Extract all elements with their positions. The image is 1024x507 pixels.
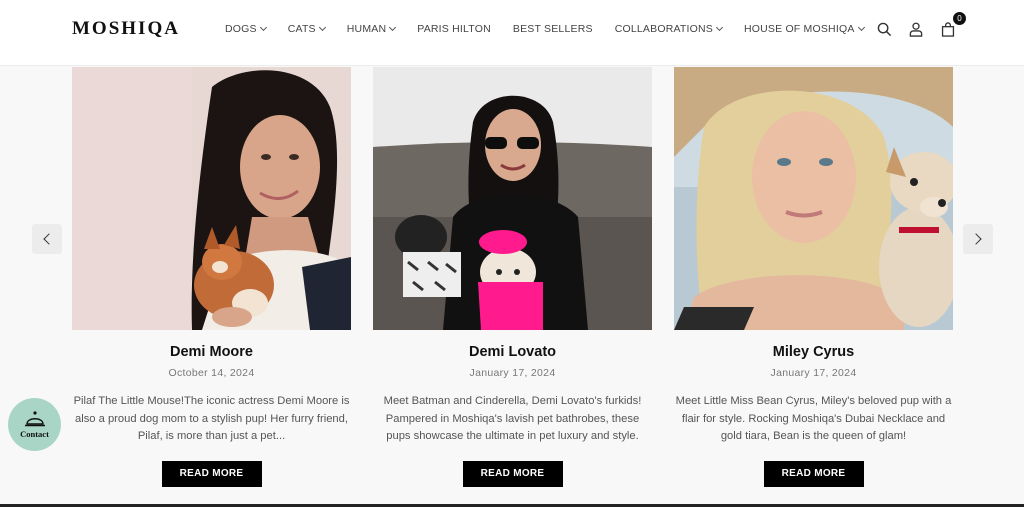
chevron-down-icon [715, 23, 724, 32]
post-excerpt: Pilaf The Little Mouse!The iconic actres… [73, 395, 350, 442]
nav-item-collaborations[interactable]: COLLABORATIONS [614, 23, 724, 35]
nav-item-label: CATS [287, 23, 316, 35]
nav-item-label: HUMAN [346, 23, 387, 35]
chevron-down-icon [318, 23, 326, 32]
nav-item-label: COLLABORATIONS [614, 23, 713, 35]
nav-item-label: DOGS [225, 23, 257, 35]
carousel-next-button[interactable] [963, 224, 993, 254]
header-icons: 0 [874, 12, 966, 40]
blog-carousel: Demi Moore October 14, 2024 Pilaf The Li… [72, 67, 953, 507]
blog-card: Miley Cyrus January 17, 2024 Meet Little… [674, 67, 953, 487]
post-title[interactable]: Demi Moore [72, 344, 351, 360]
chevron-down-icon [259, 23, 267, 32]
cart-count-badge: 0 [953, 12, 966, 25]
carousel-prev-button[interactable] [32, 224, 62, 254]
blog-card: Demi Lovato January 17, 2024 Meet Batman… [373, 67, 652, 487]
post-title[interactable]: Miley Cyrus [674, 344, 953, 360]
nav-item-cats[interactable]: CATS [287, 23, 326, 35]
logo[interactable]: MOSHIQA [72, 18, 180, 40]
read-more-button[interactable]: READ MORE [763, 460, 864, 487]
cart-icon[interactable]: 0 [938, 12, 966, 40]
post-image[interactable] [674, 67, 953, 330]
contact-label: Contact [20, 428, 49, 439]
nav-item-label: HOUSE OF MOSHIQA [743, 23, 855, 35]
nav-item-paris-hilton[interactable]: PARIS HILTON [417, 23, 491, 35]
blog-card: Demi Moore October 14, 2024 Pilaf The Li… [72, 67, 351, 487]
site-header: MOSHIQA DOGS CATS HUMAN PARIS HILTON BES… [0, 0, 1024, 66]
post-title[interactable]: Demi Lovato [373, 344, 652, 360]
chevron-right-icon [970, 233, 982, 245]
read-more-button[interactable]: READ MORE [462, 460, 563, 487]
post-excerpt: Meet Batman and Cinderella, Demi Lovato'… [383, 395, 642, 442]
nav-item-dogs[interactable]: DOGS [225, 23, 267, 35]
post-image[interactable] [373, 67, 652, 330]
post-date: January 17, 2024 [770, 367, 857, 379]
post-excerpt: Meet Little Miss Bean Cyrus, Miley's bel… [675, 395, 952, 442]
nav-item-house-of-moshiqa[interactable]: HOUSE OF MOSHIQA [743, 23, 865, 35]
account-icon[interactable] [906, 18, 926, 40]
nav-item-best-sellers[interactable]: BEST SELLERS [513, 23, 593, 35]
nav-item-label: BEST SELLERS [512, 23, 593, 35]
post-image[interactable] [72, 67, 351, 330]
bell-icon [24, 410, 45, 426]
chevron-left-icon [43, 233, 55, 245]
nav-item-label: PARIS HILTON [417, 23, 491, 35]
chevron-down-icon [857, 23, 865, 32]
chevron-down-icon [389, 23, 397, 32]
post-date: January 17, 2024 [469, 367, 556, 379]
read-more-button[interactable]: READ MORE [161, 460, 262, 487]
post-date: October 14, 2024 [168, 367, 255, 379]
contact-button[interactable]: Contact [8, 398, 61, 451]
nav-item-human[interactable]: HUMAN [346, 23, 397, 35]
main-nav: DOGS CATS HUMAN PARIS HILTON BEST SELLER… [225, 23, 886, 35]
search-icon[interactable] [874, 18, 894, 40]
